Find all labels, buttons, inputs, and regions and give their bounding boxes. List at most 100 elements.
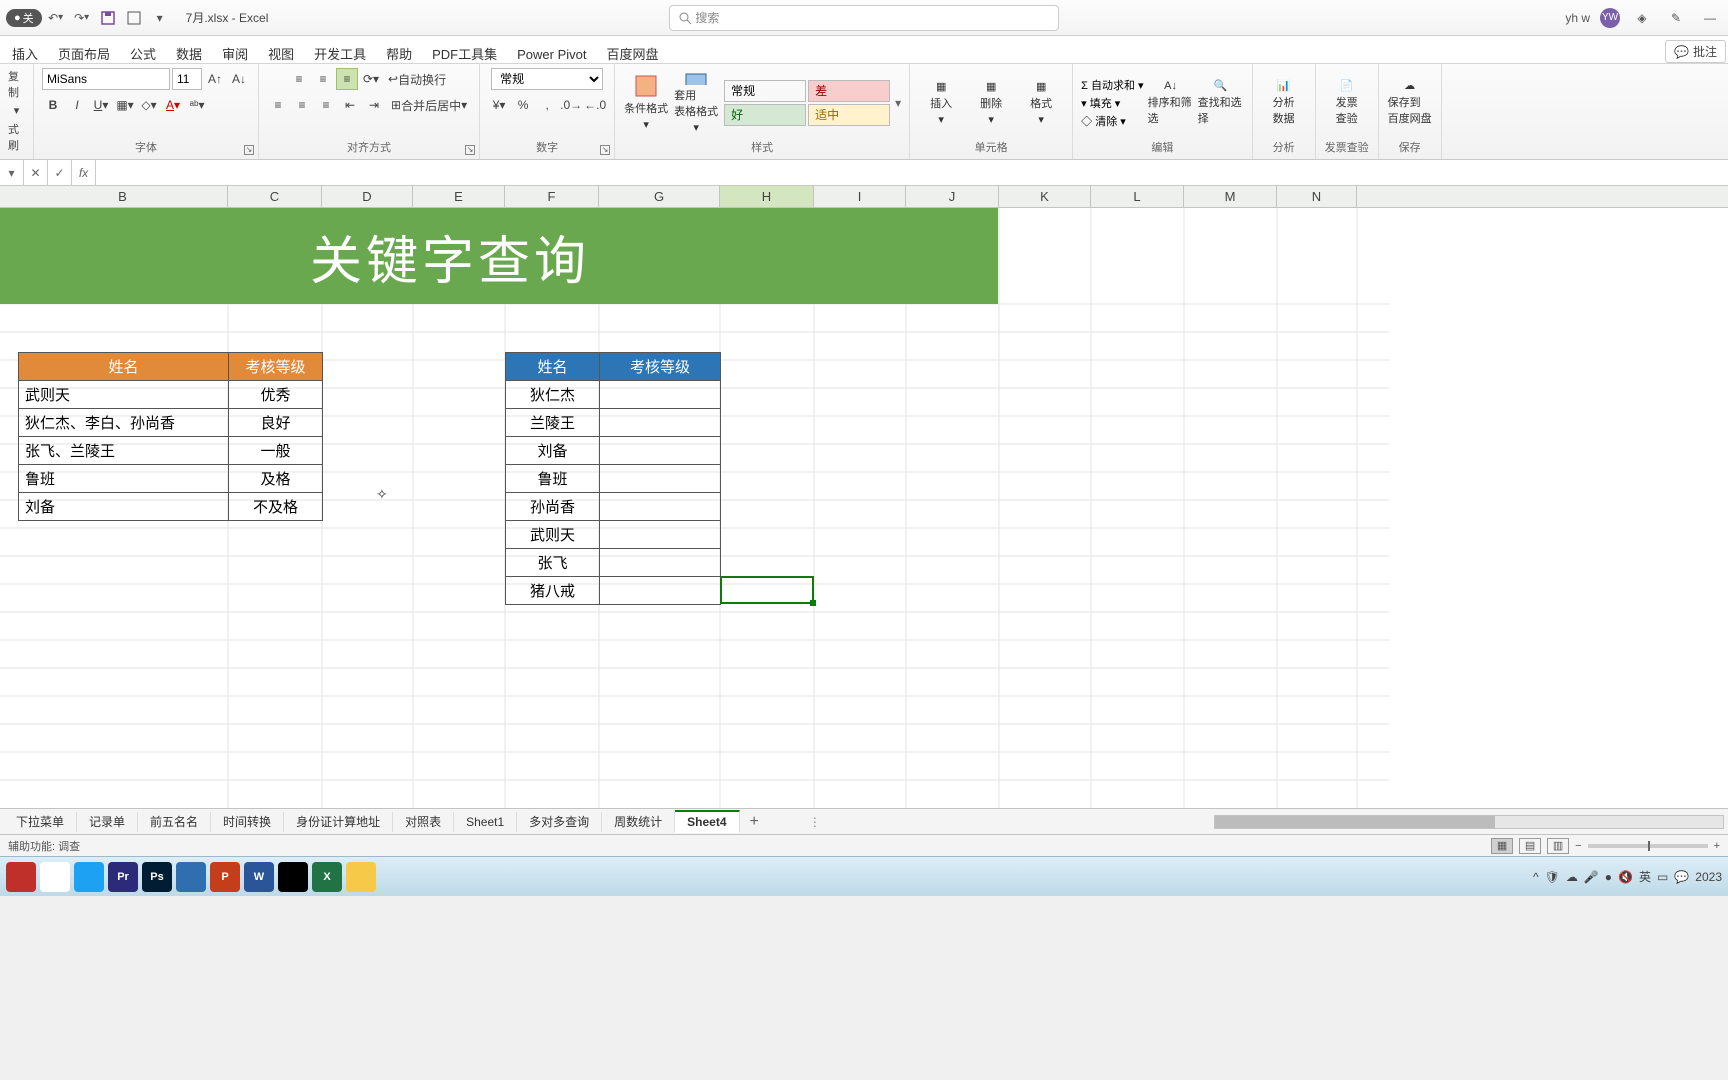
tray-ime-icon[interactable]: 英 bbox=[1639, 868, 1651, 885]
tray-volume-icon[interactable]: 🔇 bbox=[1618, 870, 1633, 884]
taskbar-app[interactable]: Ps bbox=[142, 862, 172, 892]
taskbar-app[interactable]: P bbox=[210, 862, 240, 892]
align-center[interactable]: ≡ bbox=[291, 94, 313, 116]
taskbar-app[interactable]: X bbox=[312, 862, 342, 892]
confirm-formula[interactable]: ✓ bbox=[48, 160, 72, 185]
table-row[interactable]: 狄仁杰 bbox=[506, 381, 721, 409]
autosum-button[interactable]: Σ 自动求和 ▾ bbox=[1081, 77, 1143, 93]
column-header[interactable]: I bbox=[814, 186, 906, 207]
copy-button[interactable]: 复制 bbox=[8, 68, 25, 100]
indent-dec[interactable]: ⇤ bbox=[339, 94, 361, 116]
align-launcher[interactable]: ↘ bbox=[465, 145, 475, 155]
align-top[interactable]: ≡ bbox=[288, 68, 310, 90]
source-table[interactable]: 姓名考核等级 武则天优秀狄仁杰、李白、孙尚香良好张飞、兰陵王一般鲁班及格刘备不及… bbox=[18, 352, 323, 521]
sheet-tab[interactable]: 身份证计算地址 bbox=[284, 812, 393, 832]
phonetic-button[interactable]: ᵃᵇ▾ bbox=[186, 94, 208, 116]
align-left[interactable]: ≡ bbox=[267, 94, 289, 116]
clock[interactable]: 2023 bbox=[1695, 870, 1722, 884]
column-header[interactable]: F bbox=[505, 186, 599, 207]
ribbon-tab[interactable]: 审阅 bbox=[212, 43, 258, 66]
add-sheet-button[interactable]: + bbox=[740, 813, 769, 831]
zoom-slider[interactable] bbox=[1588, 844, 1708, 848]
sheet-tab-menu[interactable]: ⋮ bbox=[809, 815, 821, 829]
taskbar-app[interactable] bbox=[278, 862, 308, 892]
tray-shield-icon[interactable]: 🛡 bbox=[1545, 870, 1560, 884]
selected-cell[interactable] bbox=[720, 576, 814, 604]
table-row[interactable]: 鲁班 bbox=[506, 465, 721, 493]
fill-button[interactable]: ▾ 填充 ▾ bbox=[1081, 95, 1143, 111]
taskbar-app[interactable]: W bbox=[244, 862, 274, 892]
font-color-button[interactable]: A▾ bbox=[162, 94, 184, 116]
search-box[interactable]: 搜索 bbox=[669, 5, 1059, 31]
tray-mic-icon[interactable]: 🎤 bbox=[1584, 870, 1599, 884]
table-row[interactable]: 孙尚香 bbox=[506, 493, 721, 521]
decrease-decimal[interactable]: ←.0 bbox=[584, 94, 606, 116]
column-header[interactable]: L bbox=[1091, 186, 1184, 207]
sheet-tab[interactable]: 对照表 bbox=[393, 812, 454, 832]
format-as-table-button[interactable]: 套用 表格格式▾ bbox=[673, 72, 719, 134]
column-header[interactable]: J bbox=[906, 186, 999, 207]
font-launcher[interactable]: ↘ bbox=[244, 145, 254, 155]
sheet-tab[interactable]: Sheet4 bbox=[675, 810, 739, 833]
column-header[interactable]: C bbox=[228, 186, 322, 207]
find-select-button[interactable]: 🔍查找和选择 bbox=[1198, 72, 1244, 134]
number-launcher[interactable]: ↘ bbox=[600, 145, 610, 155]
column-header[interactable]: N bbox=[1277, 186, 1357, 207]
sheet-tab[interactable]: 记录单 bbox=[77, 812, 138, 832]
autosave-toggle[interactable]: ● 关 bbox=[6, 9, 42, 27]
column-header[interactable]: M bbox=[1184, 186, 1277, 207]
horizontal-scrollbar[interactable] bbox=[1214, 815, 1724, 829]
ribbon-tab[interactable]: 页面布局 bbox=[48, 43, 120, 66]
table-row[interactable]: 狄仁杰、李白、孙尚香良好 bbox=[19, 409, 323, 437]
ribbon-tab[interactable]: 数据 bbox=[166, 43, 212, 66]
style-good[interactable]: 好 bbox=[724, 104, 806, 126]
tray-chevron-icon[interactable]: ^ bbox=[1533, 870, 1539, 884]
indent-inc[interactable]: ⇥ bbox=[363, 94, 385, 116]
wrap-text-button[interactable]: ↩ 自动换行 bbox=[384, 68, 450, 90]
table-row[interactable]: 猪八戒 bbox=[506, 577, 721, 605]
column-header[interactable]: B bbox=[18, 186, 228, 207]
coming-soon-icon[interactable]: ✎ bbox=[1664, 6, 1688, 30]
tray-cloud-icon[interactable]: ☁ bbox=[1566, 870, 1578, 884]
merge-center-button[interactable]: ⊞ 合并后居中 ▾ bbox=[387, 94, 471, 116]
style-neutral[interactable]: 适中 bbox=[808, 104, 890, 126]
column-header[interactable]: G bbox=[599, 186, 720, 207]
tray-notification-icon[interactable]: 💬 bbox=[1674, 870, 1689, 884]
format-cells-button[interactable]: ▦格式▾ bbox=[1018, 72, 1064, 134]
font-name-combo[interactable] bbox=[42, 68, 170, 90]
redo-button[interactable]: ↷▾ bbox=[70, 6, 94, 30]
ribbon-tab[interactable]: 百度网盘 bbox=[597, 43, 669, 66]
align-bottom[interactable]: ≡ bbox=[336, 68, 358, 90]
normal-view-button[interactable]: ▦ bbox=[1491, 838, 1513, 854]
ribbon-tab[interactable]: PDF工具集 bbox=[422, 43, 507, 66]
orientation-button[interactable]: ⟳▾ bbox=[360, 68, 382, 90]
table-row[interactable]: 刘备不及格 bbox=[19, 493, 323, 521]
cancel-formula[interactable]: ✕ bbox=[24, 160, 48, 185]
sheet-tab[interactable]: 多对多查询 bbox=[517, 812, 602, 832]
sort-filter-button[interactable]: A↓排序和筛选 bbox=[1148, 72, 1194, 134]
delete-cells-button[interactable]: ▦删除▾ bbox=[968, 72, 1014, 134]
worksheet-grid[interactable]: 关键字查询 姓名考核等级 武则天优秀狄仁杰、李白、孙尚香良好张飞、兰陵王一般鲁班… bbox=[0, 208, 1728, 808]
table-row[interactable]: 鲁班及格 bbox=[19, 465, 323, 493]
ribbon-tab[interactable]: Power Pivot bbox=[507, 43, 596, 66]
comments-button[interactable]: 💬 批注 bbox=[1665, 40, 1726, 63]
taskbar-app[interactable] bbox=[40, 862, 70, 892]
fill-color-button[interactable]: ◇▾ bbox=[138, 94, 160, 116]
user-avatar[interactable]: YW bbox=[1600, 8, 1620, 28]
taskbar-app[interactable]: Pr bbox=[108, 862, 138, 892]
underline-button[interactable]: U▾ bbox=[90, 94, 112, 116]
page-layout-view-button[interactable]: ▤ bbox=[1519, 838, 1541, 854]
clear-button[interactable]: ◇ 清除 ▾ bbox=[1081, 113, 1143, 129]
ribbon-tab[interactable]: 公式 bbox=[120, 43, 166, 66]
column-header[interactable]: H bbox=[720, 186, 814, 207]
ribbon-tab[interactable]: 帮助 bbox=[376, 43, 422, 66]
ribbon-tab[interactable]: 开发工具 bbox=[304, 43, 376, 66]
column-headers[interactable]: BCDEFGHIJKLMN bbox=[0, 186, 1728, 208]
tray-battery-icon[interactable]: ▭ bbox=[1657, 870, 1668, 884]
table-row[interactable]: 刘备 bbox=[506, 437, 721, 465]
style-normal[interactable]: 常规 bbox=[724, 80, 806, 102]
taskbar-app[interactable] bbox=[176, 862, 206, 892]
sheet-tab[interactable]: Sheet1 bbox=[454, 812, 517, 832]
comma-button[interactable]: , bbox=[536, 94, 558, 116]
zoom-in-button[interactable]: + bbox=[1714, 840, 1720, 852]
